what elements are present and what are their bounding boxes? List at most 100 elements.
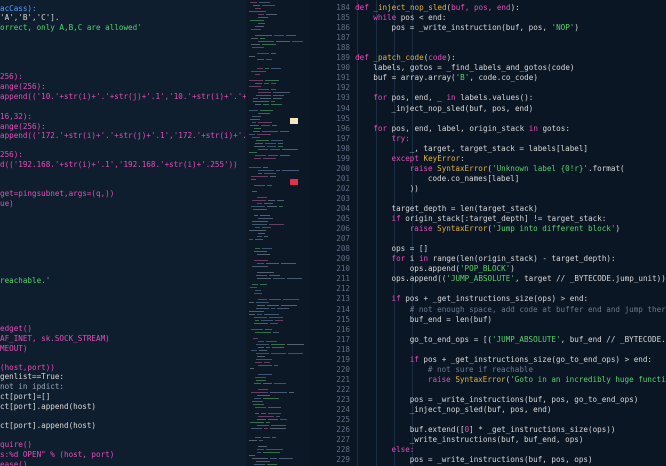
minimap-line <box>255 413 259 414</box>
code-line: 224 _inject_nop_sled(buf, pos, end) <box>310 405 666 415</box>
minimap-line <box>255 437 261 438</box>
minimap-line <box>252 284 258 285</box>
code-token: _patch_code <box>373 53 424 63</box>
code-token: buf, pos, end <box>451 3 511 12</box>
minimap-line <box>259 440 263 441</box>
code-token: for <box>391 254 410 264</box>
minimap-line <box>249 152 257 153</box>
right-editor-pane[interactable]: 184 def _inject_nop_sled(buf, pos, end): 1… <box>310 0 666 466</box>
code-token: in <box>528 123 543 133</box>
minimap-line <box>252 401 263 402</box>
minimap-line <box>264 203 273 204</box>
minimap-line <box>257 356 265 357</box>
code-line: 209 for i in range(len(origin_stack) - ta… <box>310 254 666 264</box>
left-code-line: 'A','B','C']. <box>0 13 59 23</box>
left-code-line: ct[port].append(host) <box>0 421 96 431</box>
minimap-line <box>258 347 264 348</box>
code-text: for i in range(len(origin_stack) - targe… <box>392 254 616 264</box>
left-code-line: s:%d OPEN" % (host, port) <box>0 450 114 460</box>
minimap-line <box>257 236 262 237</box>
minimap-line <box>271 101 275 102</box>
code-line: 227 _write_instructions(buf, buf_end, ops… <box>310 435 666 445</box>
minimap-line <box>257 305 265 306</box>
minimap-line <box>266 347 270 348</box>
code-token: : <box>460 153 465 163</box>
code-token: go_to_end_ops = [( <box>409 334 492 344</box>
code-line: 199 except KeyError: <box>310 154 666 164</box>
minimap-line <box>255 290 261 291</box>
minimap-line <box>271 68 281 69</box>
code-text: go_to_end_ops = [('JUMP_ABSOLUTE', buf_e… <box>410 335 666 345</box>
minimap-line <box>252 221 268 222</box>
minimap-line <box>270 428 286 429</box>
code-token: ): <box>446 53 456 63</box>
code-text: _write_instructions(buf, buf_end, ops) <box>410 435 584 445</box>
minimap-line <box>254 146 265 147</box>
line-number: 196 <box>336 123 350 133</box>
gutter-marker-icon[interactable] <box>290 179 298 185</box>
minimap-line <box>273 332 279 333</box>
line-number: 220 <box>336 364 350 374</box>
line-number: 218 <box>336 344 350 354</box>
minimap-line <box>258 122 272 123</box>
minimap-line <box>271 425 286 426</box>
minimap-line <box>274 365 278 366</box>
minimap-line <box>257 425 269 426</box>
left-editor-pane[interactable]: acCass): 'A','B','C']. orrect, only A,B,C … <box>0 0 246 466</box>
code-token: 'POP_BLOCK' <box>459 264 511 274</box>
code-line: 205 if origin_stack[:target_depth] != tar… <box>310 214 666 224</box>
code-line: 191 buf = array.array('B', code.co_code) <box>310 73 666 83</box>
code-token: raise <box>427 374 456 384</box>
minimap-line <box>271 89 276 90</box>
minimap-line <box>258 149 268 150</box>
line-number: 210 <box>336 264 350 274</box>
code-token: append(('10.'+str(i)+'.'+str(j)+'.1','10… <box>0 92 246 101</box>
code-token: in <box>446 93 461 103</box>
minimap-line <box>270 149 280 150</box>
minimap-line <box>251 29 261 30</box>
minimap-line <box>278 143 283 144</box>
minimap-line <box>277 308 289 309</box>
minimap-line <box>264 236 268 237</box>
minimap-line <box>258 173 262 174</box>
minimap-line <box>253 404 264 405</box>
minimap-line <box>249 440 257 441</box>
code-token: 'Jump into different block' <box>492 224 616 234</box>
code-line: 226 buf.extend([0] * _get_instructions_si… <box>310 425 666 435</box>
minimap-line <box>270 458 277 459</box>
line-number: 205 <box>336 214 350 224</box>
left-code-line: append(('172.'+str(i)+'.'+str(j)+'.1','1… <box>0 131 246 141</box>
minimap-line <box>261 320 273 321</box>
left-code-line: ct[port].append(host) <box>0 402 96 412</box>
minimap-line <box>256 461 270 462</box>
minimap-line <box>270 176 276 177</box>
minimap-line <box>265 329 272 330</box>
code-text: while pos < end: <box>373 13 446 23</box>
left-code-line: genlist==True: <box>0 372 64 382</box>
code-text: else: <box>392 445 415 455</box>
gutter-marker-icon[interactable] <box>290 118 298 124</box>
minimap-line <box>267 146 276 147</box>
code-token: except <box>391 153 424 163</box>
minimap-line <box>251 329 263 330</box>
code-token: target_depth = len(target_stack) <box>391 204 538 213</box>
minimap-line <box>260 38 265 39</box>
line-number: 189 <box>336 53 350 63</box>
code-token: ange(256): <box>0 82 46 91</box>
minimap-line <box>263 437 270 438</box>
code-line: 204 target_depth = len(target_stack) <box>310 204 666 214</box>
minimap-line <box>251 179 256 180</box>
line-number: 215 <box>336 314 350 324</box>
code-token: 'A','B','C']. <box>0 13 60 22</box>
minimap-line <box>287 278 302 279</box>
minimap-line <box>249 11 266 12</box>
minimap-line <box>269 299 281 300</box>
minimap-line <box>266 422 270 423</box>
minimap-line <box>257 254 270 255</box>
minimap-line <box>258 14 264 15</box>
left-code-line: ue) <box>0 199 14 209</box>
minimap-line <box>267 206 277 207</box>
minimap-line <box>254 317 267 318</box>
code-minimap[interactable] <box>246 0 310 466</box>
minimap-line <box>258 374 272 375</box>
